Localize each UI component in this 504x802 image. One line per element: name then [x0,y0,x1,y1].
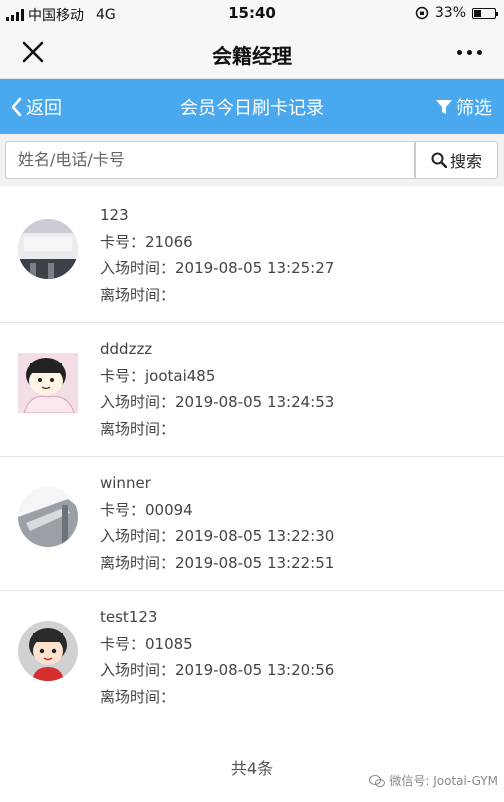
enter-time: 入场时间：2019-08-05 13:22:30 [100,527,335,545]
list-item[interactable]: 123 卡号：21066 入场时间：2019-08-05 13:25:27 离场… [0,189,504,323]
card-number: 卡号：00094 [100,500,193,519]
member-name: winner [100,474,151,492]
list-footer: 共4条 微信号: Jootai-GYM [0,722,504,802]
avatar [18,487,78,547]
member-name: test123 [100,608,158,626]
wechat-icon [369,774,386,787]
leave-time: 离场时间： [100,285,176,304]
search-bar: 姓名/电话/卡号 搜索 [0,134,504,186]
page-title: 会籍经理 [212,44,292,68]
card-number: 卡号：21066 [100,232,193,251]
rotation-lock-icon [415,6,429,20]
filter-icon [436,100,452,114]
avatar [18,621,78,681]
watermark: 微信号: Jootai-GYM [369,772,498,789]
search-button[interactable]: 搜索 [415,141,498,179]
record-list: 123 卡号：21066 入场时间：2019-08-05 13:25:27 离场… [0,189,504,725]
battery-icon [472,7,498,19]
status-bar: 中国移动 4G 15:40 33% [0,0,504,28]
search-input[interactable]: 姓名/电话/卡号 [5,141,415,179]
list-item[interactable]: winner 卡号：00094 入场时间：2019-08-05 13:22:30… [0,457,504,591]
avatar [18,219,78,279]
enter-time: 入场时间：2019-08-05 13:25:27 [100,259,335,277]
card-number: 卡号：jootai485 [100,366,216,385]
card-number: 卡号：01085 [100,634,193,653]
list-item[interactable]: test123 卡号：01085 入场时间：2019-08-05 13:20:5… [0,591,504,725]
filter-button[interactable]: 筛选 [435,94,492,120]
enter-time: 入场时间：2019-08-05 13:24:53 [100,393,335,411]
search-icon [431,152,447,168]
leave-time: 离场时间： [100,687,176,706]
leave-time: 离场时间： [100,419,176,438]
list-item[interactable]: dddzzz 卡号：jootai485 入场时间：2019-08-05 13:2… [0,323,504,457]
watermark-text: 微信号: Jootai-GYM [389,774,498,788]
avatar [18,353,78,413]
header-title: 会员今日刷卡记录 [180,98,324,119]
leave-time: 离场时间：2019-08-05 13:22:51 [100,553,335,572]
search-button-label: 搜索 [449,152,482,171]
enter-time: 入场时间：2019-08-05 13:20:56 [100,661,335,679]
battery-percent: 33% [434,5,466,21]
wechat-nav-bar: 会籍经理 [0,28,504,79]
member-name: 123 [100,206,129,224]
more-icon[interactable] [457,50,482,55]
filter-label: 筛选 [456,98,492,119]
app-header: 返回 会员今日刷卡记录 筛选 [0,79,504,134]
member-name: dddzzz [100,340,153,358]
